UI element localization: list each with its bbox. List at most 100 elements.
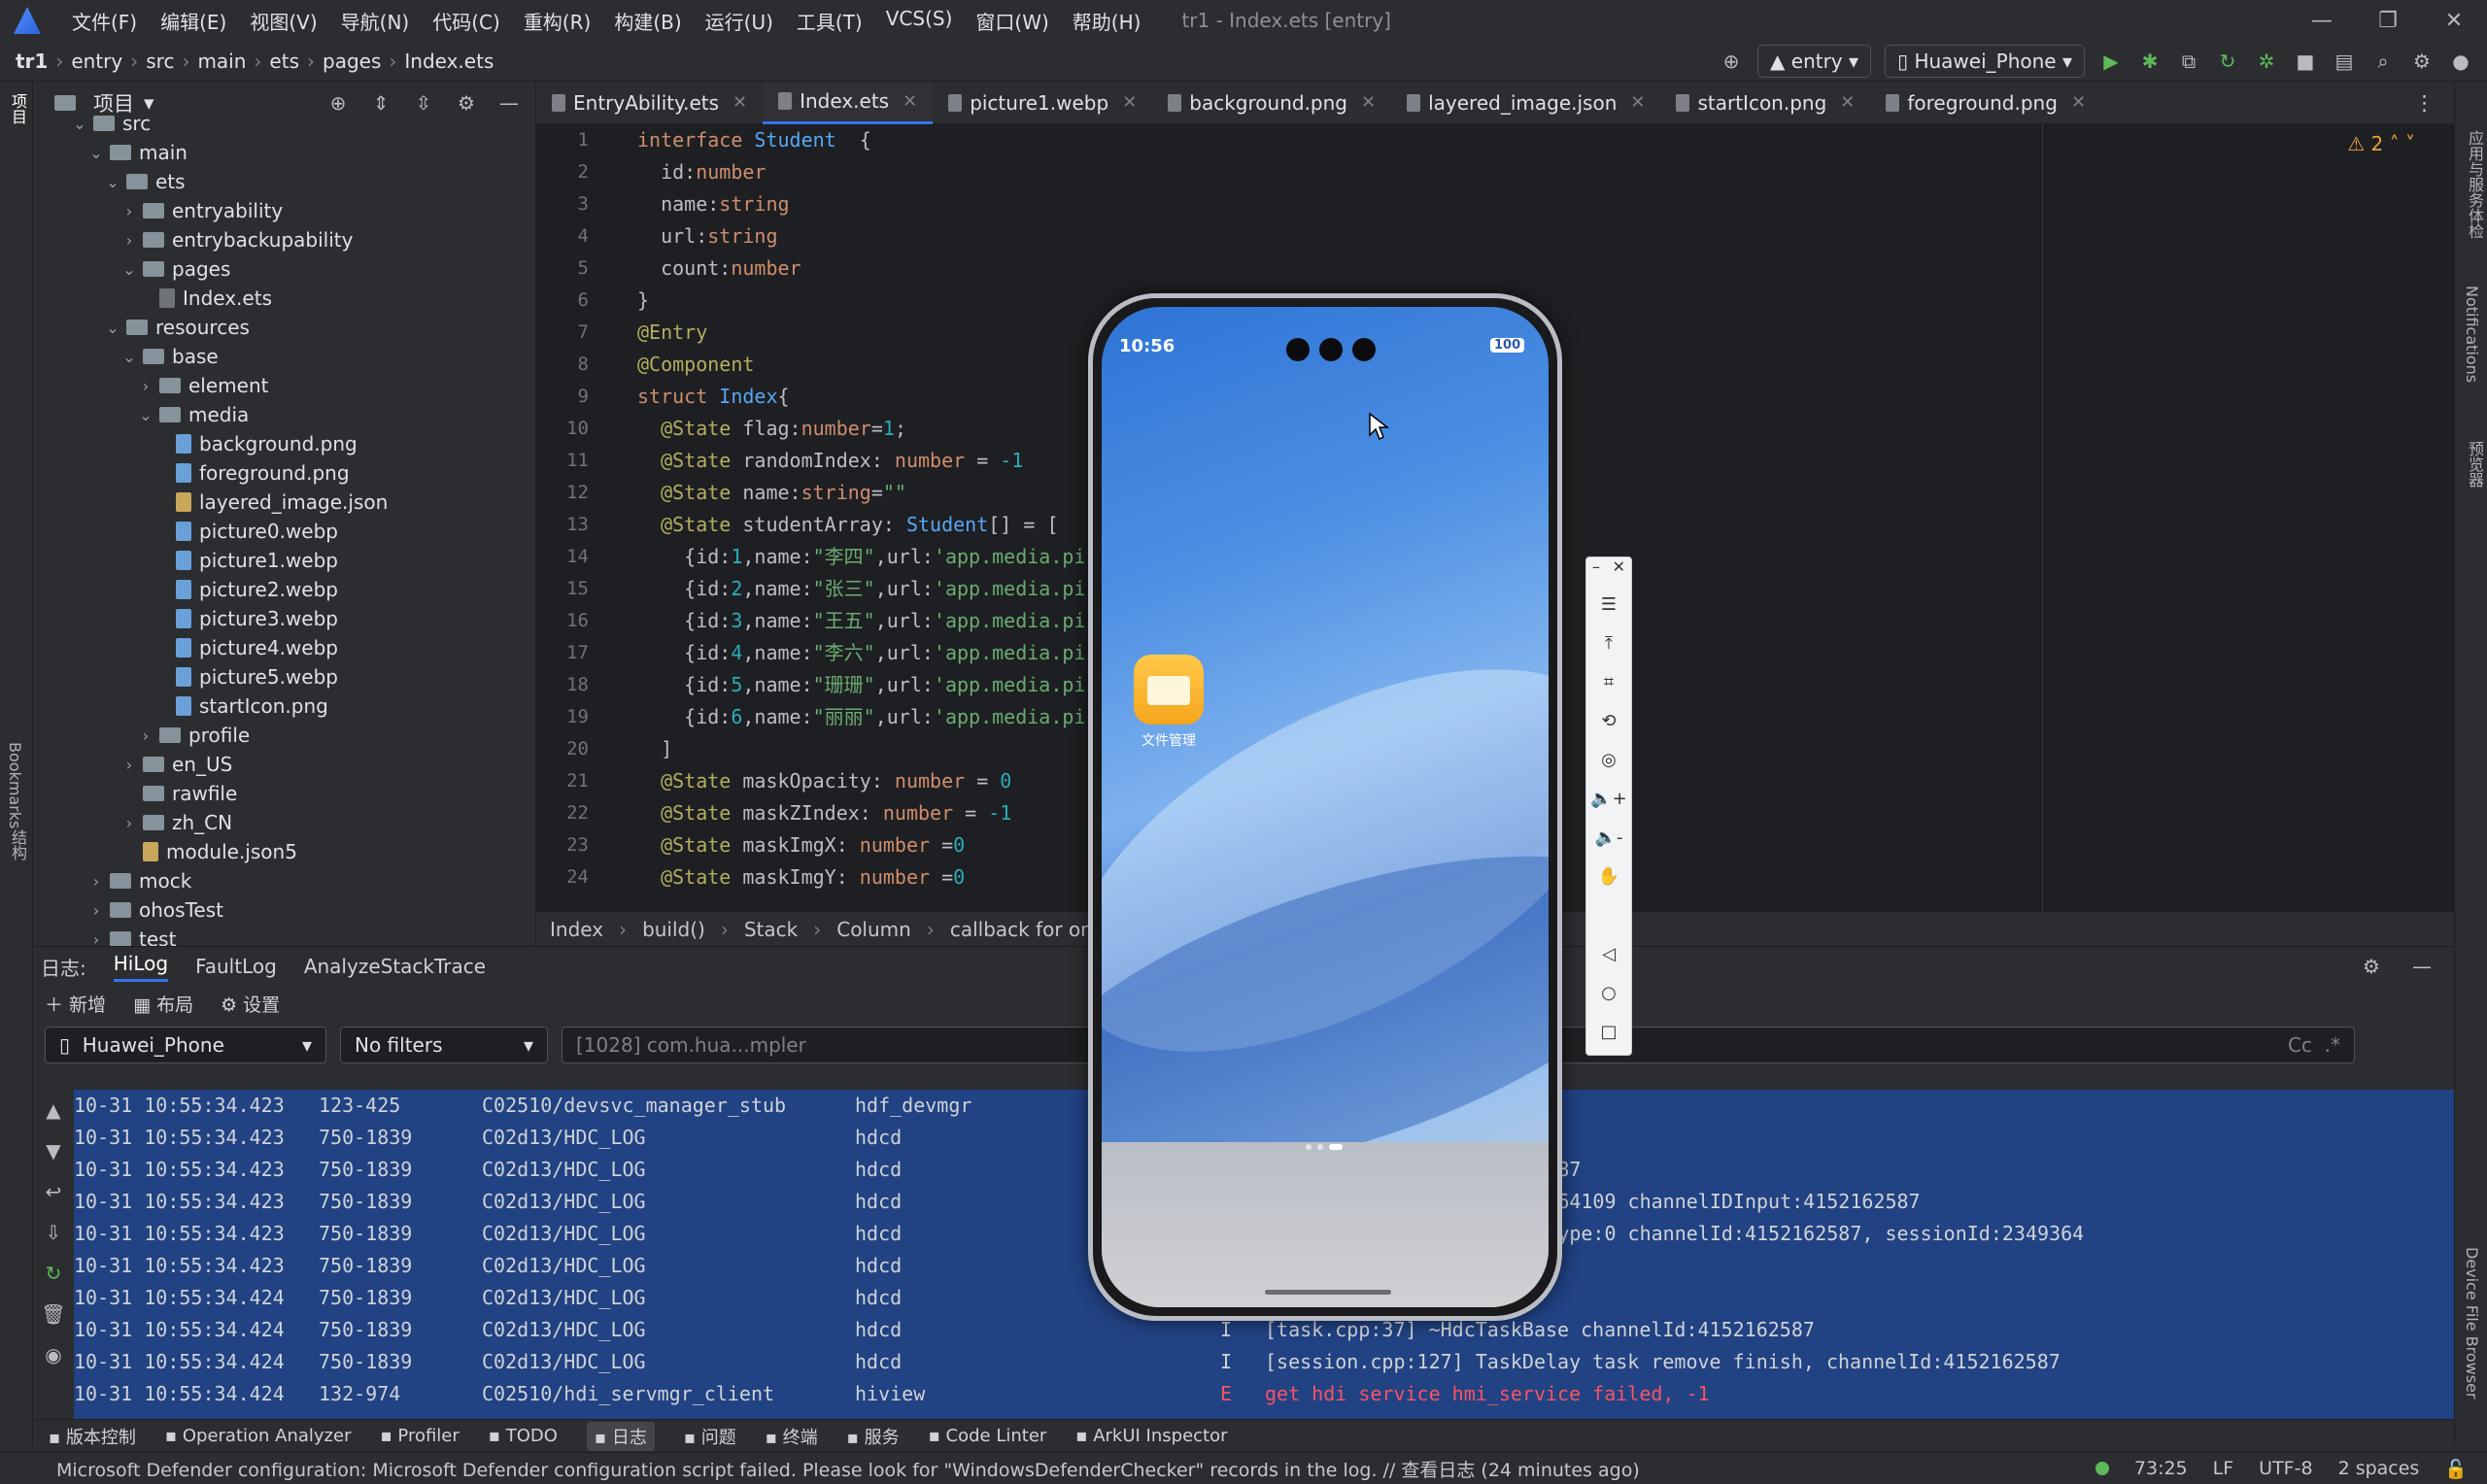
apply-changes-icon[interactable]: ✲ — [2254, 49, 2279, 74]
tree-item[interactable]: startIcon.png — [33, 691, 535, 721]
locate-icon[interactable]: ⊕ — [325, 90, 351, 116]
collapse-all-icon[interactable]: ⇳ — [411, 90, 436, 116]
gear-icon[interactable]: ⚙ — [454, 90, 479, 116]
tool-window-button[interactable]: ▪ 服务 — [847, 1424, 900, 1449]
add-log-button[interactable]: ＋ 新增 — [45, 991, 106, 1017]
breadcrumb-item[interactable]: Index.ets — [404, 50, 494, 73]
code-line[interactable]: {id:2,name:"张三",url:'app.media.pi — [637, 573, 1085, 605]
indent-setting[interactable]: 2 spaces — [2338, 1458, 2420, 1479]
chevron-down-icon[interactable]: ⌄ — [86, 144, 106, 162]
line-separator[interactable]: LF — [2213, 1458, 2234, 1479]
code-line[interactable]: {id:4,name:"李六",url:'app.media.pi — [637, 637, 1085, 669]
crop-icon[interactable]: ⌗ — [1586, 662, 1631, 701]
menu-item[interactable]: 帮助(H) — [1061, 7, 1153, 35]
tree-item[interactable]: ⌄ main — [33, 138, 535, 167]
volume-up-icon[interactable]: 🔈+ — [1586, 779, 1631, 818]
device-manager-icon[interactable]: ▤ — [2332, 49, 2357, 74]
menu-item[interactable]: 代码(C) — [421, 7, 512, 35]
home-indicator[interactable] — [1265, 1290, 1391, 1295]
run-icon[interactable]: ▶ — [2098, 49, 2124, 74]
shake-icon[interactable]: ✋ — [1586, 857, 1631, 895]
breadcrumb-item[interactable]: src — [146, 50, 174, 73]
tab-analyze-stack-trace[interactable]: AnalyzeStackTrace — [304, 955, 486, 978]
tree-item[interactable]: ⌄ ets — [33, 167, 535, 196]
soft-wrap-icon[interactable]: ↩ — [41, 1179, 66, 1204]
close-icon[interactable]: ✕ — [2421, 9, 2487, 33]
code-line[interactable]: count:number — [637, 253, 1085, 285]
chevron-down-icon[interactable]: ⌄ — [119, 260, 139, 279]
code-line[interactable]: } — [637, 285, 1085, 317]
code-line[interactable]: @State maskImgY: number =0 — [637, 861, 1085, 894]
code-line[interactable]: @State randomIndex: number = -1 — [637, 445, 1085, 477]
tool-window-button[interactable]: ▪ Operation Analyzer — [165, 1426, 352, 1446]
file-manager-app-label[interactable]: 文件管理 — [1125, 730, 1212, 750]
module-select[interactable]: ▲ entry ▾ — [1757, 44, 1872, 78]
restart-log-icon[interactable]: ↻ — [41, 1261, 66, 1286]
code-line[interactable]: {id:3,name:"王五",url:'app.media.pi — [637, 605, 1085, 637]
device-file-browser-tool-button[interactable]: Device File Browser — [2463, 1247, 2481, 1400]
scroll-up-icon[interactable]: ▲ — [41, 1097, 66, 1123]
tool-window-button[interactable]: ▪ Code Linter — [929, 1426, 1047, 1446]
close-icon[interactable]: ✕ — [903, 91, 917, 112]
tool-window-button[interactable]: ▪ 版本控制 — [49, 1424, 136, 1449]
warning-indicator[interactable]: ⚠ 2 ˄ ˅ — [2347, 132, 2415, 155]
scroll-to-end-icon[interactable]: ⇩ — [41, 1220, 66, 1245]
code-breadcrumb-item[interactable]: Index — [550, 918, 603, 941]
tree-item[interactable]: › entrybackupability — [33, 225, 535, 254]
close-icon[interactable]: ✕ — [2071, 92, 2086, 113]
close-icon[interactable]: ✕ — [1630, 92, 1645, 113]
chevron-down-icon[interactable]: ⌄ — [103, 173, 122, 191]
code-line[interactable]: id:number — [637, 156, 1085, 188]
pin-top-icon[interactable]: ⤒ — [1586, 624, 1631, 662]
tree-item[interactable]: › ohosTest — [33, 895, 535, 925]
debug-icon[interactable]: ✱ — [2137, 49, 2163, 74]
tree-item[interactable]: › profile — [33, 721, 535, 750]
chevron-right-icon[interactable]: › — [119, 202, 139, 220]
tree-item[interactable]: layered_image.json — [33, 488, 535, 517]
home-icon[interactable]: ○ — [1586, 973, 1631, 1012]
attach-debugger-icon[interactable]: ⧉ — [2176, 49, 2201, 74]
code-line[interactable]: @State maskOpacity: number = 0 — [637, 765, 1085, 797]
tree-item[interactable]: rawfile — [33, 779, 535, 808]
structure-tool-button[interactable]: 结构 — [6, 829, 29, 860]
clear-log-icon[interactable]: 🗑 — [41, 1301, 66, 1327]
chevron-right-icon[interactable]: › — [136, 726, 155, 745]
emulator-menu-icon[interactable]: ☰ — [1586, 585, 1631, 624]
file-encoding[interactable]: UTF-8 — [2259, 1458, 2312, 1479]
editor-tab[interactable]: EntryAbility.ets ✕ — [536, 82, 763, 124]
recents-icon[interactable]: □ — [1586, 1012, 1631, 1051]
editor-tab[interactable]: background.png ✕ — [1152, 82, 1391, 124]
emulator-minimize-icon[interactable]: – — [1592, 557, 1600, 585]
tool-window-button[interactable]: ▪ Profiler — [380, 1426, 459, 1446]
tree-item[interactable]: picture3.webp — [33, 604, 535, 633]
code-breadcrumb-item[interactable]: Column — [836, 918, 911, 941]
tab-faultlog[interactable]: FaultLog — [195, 955, 277, 978]
chevron-down-icon[interactable]: ⌄ — [70, 115, 89, 133]
account-icon[interactable]: ● — [2448, 49, 2473, 74]
log-device-select[interactable]: ▯ Huawei_Phone ▾ — [45, 1027, 326, 1063]
code-line[interactable]: ] — [637, 733, 1085, 765]
close-icon[interactable]: ✕ — [732, 92, 747, 113]
code-line[interactable]: @State maskImgX: number =0 — [637, 829, 1085, 861]
code-line[interactable]: {id:1,name:"李四",url:'app.media.pi — [637, 541, 1085, 573]
editor-tab[interactable]: foreground.png ✕ — [1870, 82, 2101, 124]
log-filter-select[interactable]: No filters ▾ — [340, 1027, 548, 1063]
code-line[interactable]: @Component — [637, 349, 1085, 381]
tree-item[interactable]: ⌄ pages — [33, 254, 535, 284]
breadcrumb-item[interactable]: pages — [323, 50, 381, 73]
menu-item[interactable]: 编辑(E) — [149, 7, 238, 35]
tool-window-button[interactable]: ▪ 终端 — [766, 1424, 818, 1449]
tree-item[interactable]: ⌄ resources — [33, 313, 535, 342]
close-icon[interactable]: ✕ — [1122, 92, 1137, 113]
chevron-right-icon[interactable]: › — [119, 231, 139, 250]
code-line[interactable]: url:string — [637, 220, 1085, 253]
menu-item[interactable]: 文件(F) — [60, 7, 149, 35]
tree-item[interactable]: › mock — [33, 866, 535, 895]
tool-window-button[interactable]: ▪ TODO — [489, 1426, 558, 1446]
location-icon[interactable]: ◎ — [1586, 740, 1631, 779]
menu-item[interactable]: VCS(S) — [874, 7, 965, 35]
menu-item[interactable]: 运行(U) — [694, 7, 785, 35]
lock-icon[interactable]: 🔓 — [2444, 1458, 2468, 1480]
tool-window-button[interactable]: ▪ 日志 — [586, 1421, 655, 1451]
editor-tab[interactable]: startIcon.png ✕ — [1660, 82, 1870, 124]
